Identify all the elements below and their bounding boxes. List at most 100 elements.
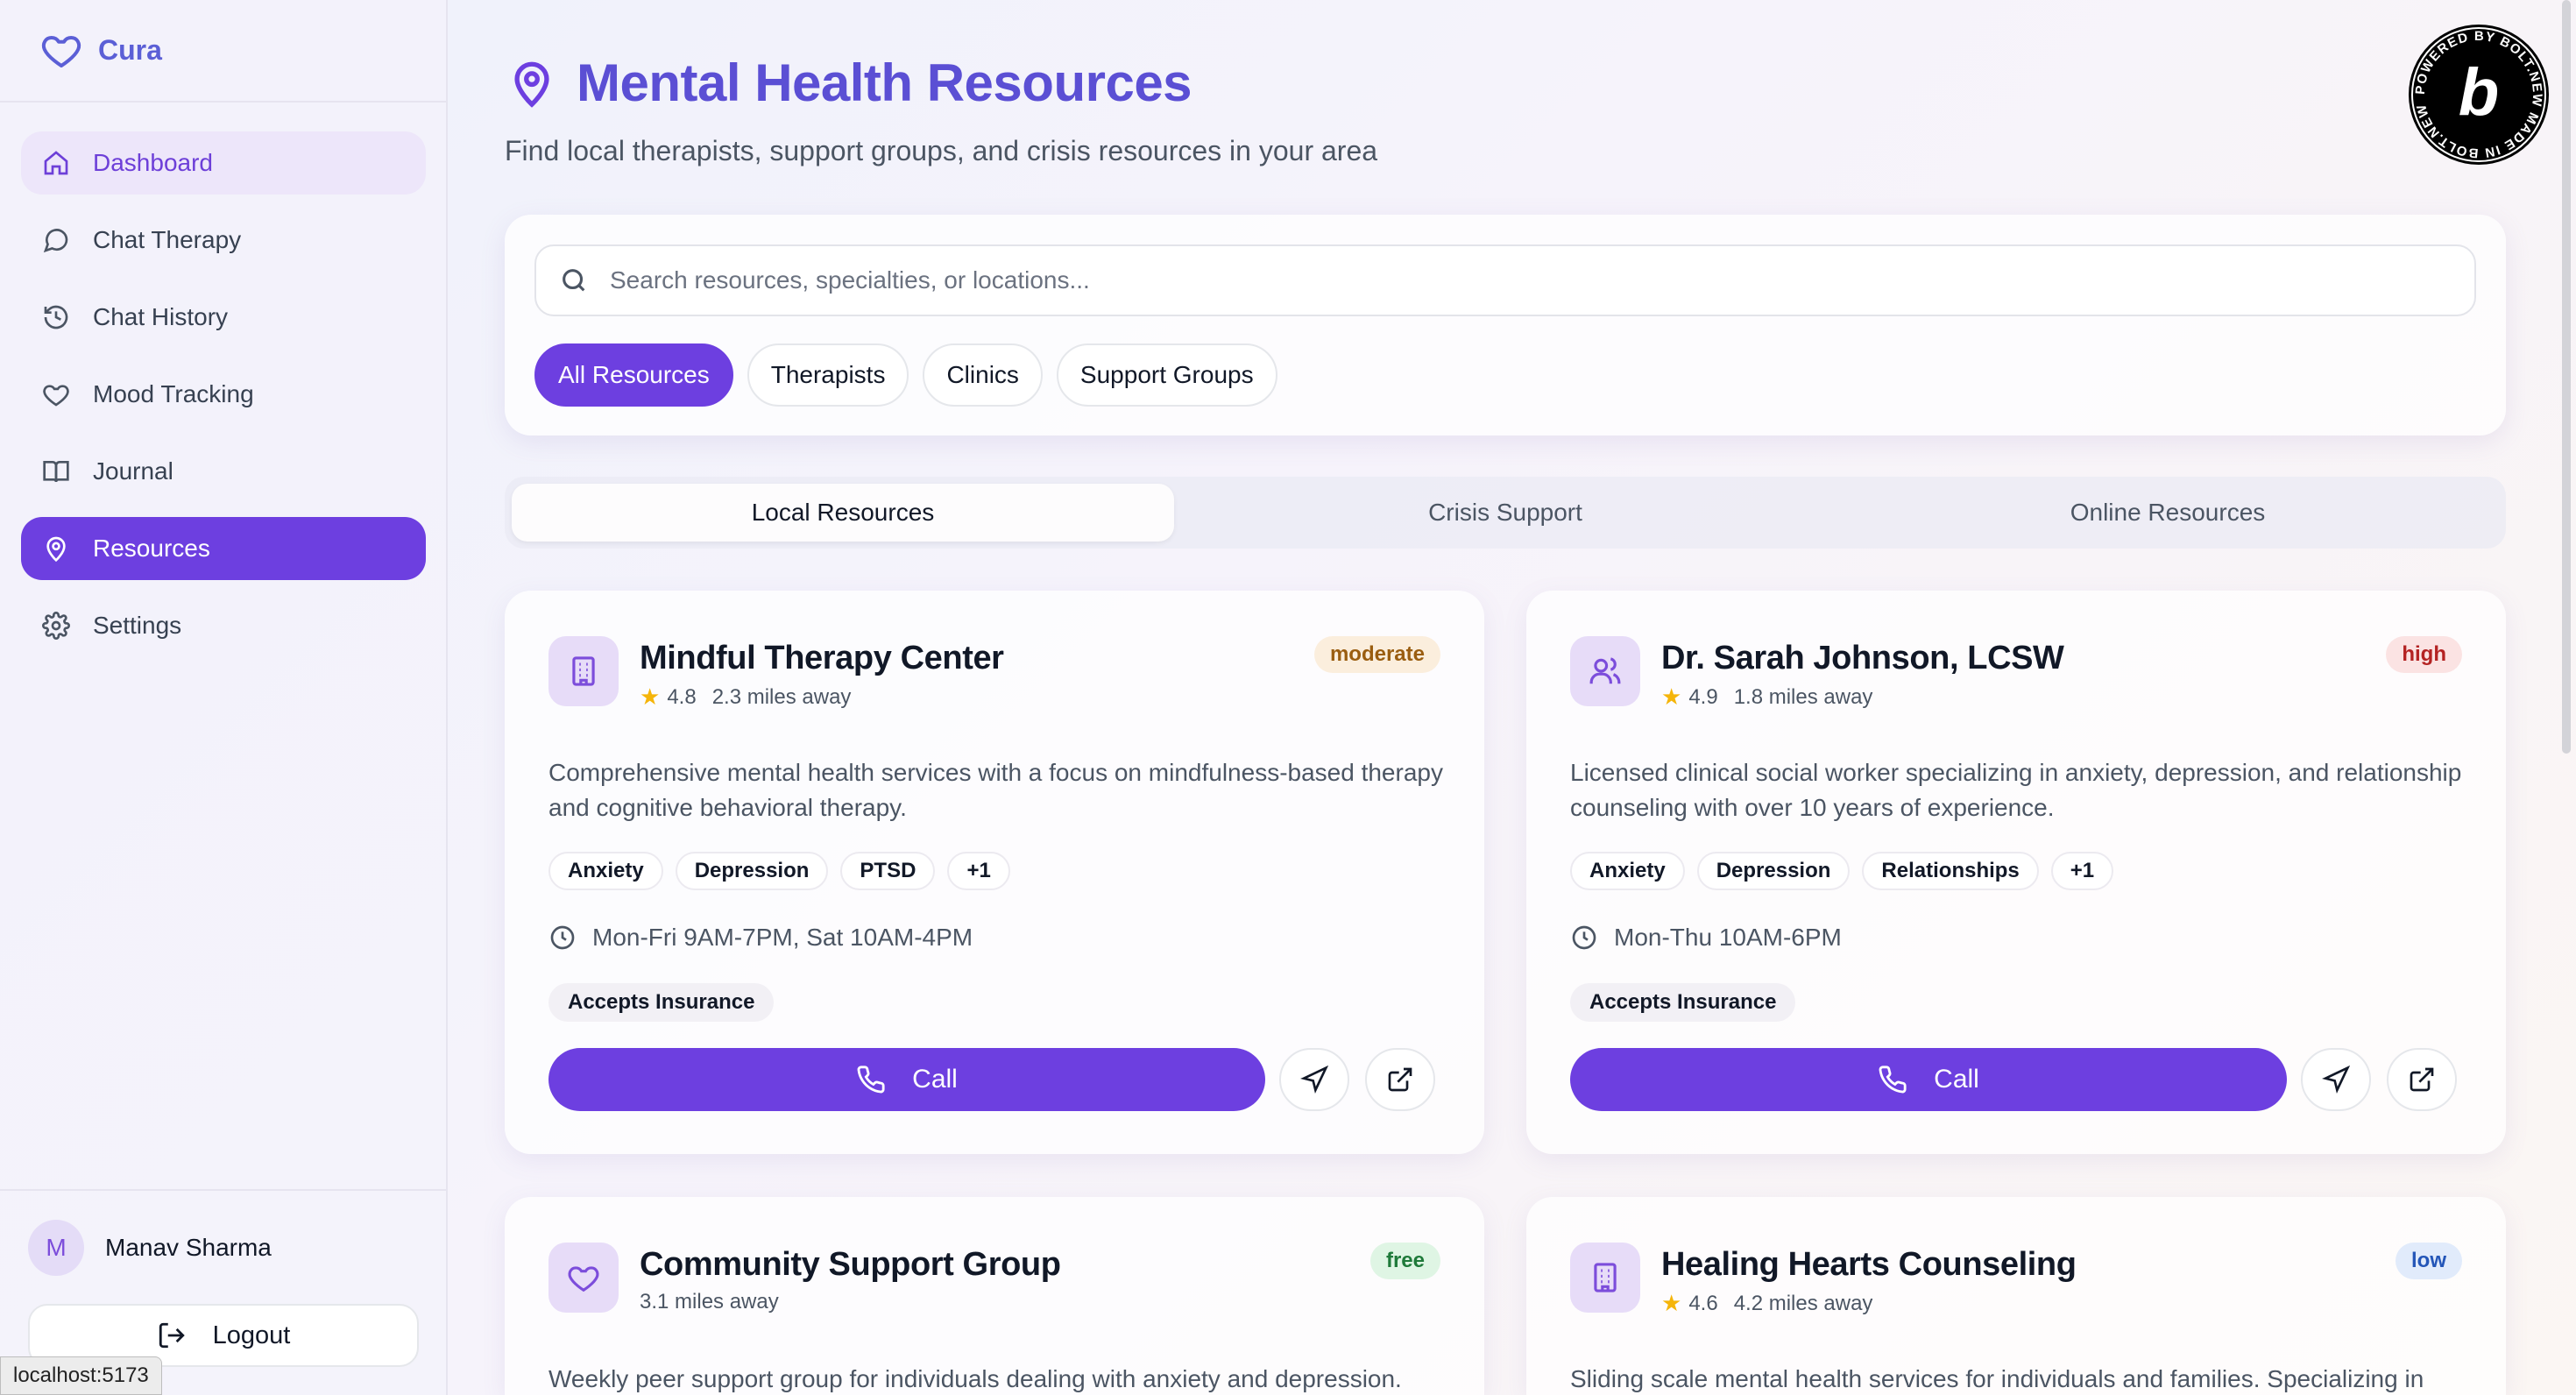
page-title: Mental Health Resources [506, 53, 1192, 113]
sidebar-item-label: Chat Therapy [93, 226, 242, 253]
sidebar-item-label: Journal [93, 457, 173, 485]
resource-distance: 2.3 miles away [711, 684, 852, 709]
hours-text: Mon-Thu 10AM-6PM [1614, 924, 1842, 951]
phone-icon [857, 1066, 885, 1094]
external-link-icon [2410, 1067, 2434, 1092]
scrollbar-thumb[interactable] [2562, 0, 2571, 754]
resource-distance: 4.2 miles away [1733, 1291, 1873, 1315]
tab-crisis-support[interactable]: Crisis Support [1174, 484, 1836, 542]
resource-rating: 4.9 [1688, 684, 1718, 709]
filter-therapists[interactable]: Therapists [747, 343, 909, 407]
star-icon: ★ [1661, 1290, 1682, 1316]
sidebar-item-label: Mood Tracking [93, 380, 254, 407]
resource-distance: 1.8 miles away [1733, 684, 1873, 709]
clock-icon [550, 925, 575, 950]
resource-meta: ★ 4.8 2.3 miles away [640, 683, 851, 711]
resource-card: Dr. Sarah Johnson, LCSW ★ 4.9 1.8 miles … [1526, 591, 2506, 1154]
sidebar-divider [0, 1189, 446, 1191]
directions-button[interactable] [2301, 1048, 2371, 1111]
specialty-tag: Depression [1696, 852, 1851, 890]
resource-hours: Mon-Fri 9AM-7PM, Sat 10AM-4PM [548, 924, 973, 952]
more-tags-badge[interactable]: +1 [947, 852, 1010, 890]
star-icon: ★ [640, 683, 661, 710]
building-icon [572, 656, 595, 686]
resource-name: Healing Hearts Counseling [1661, 1246, 2077, 1283]
resource-description: Sliding scale mental health services for… [1570, 1365, 2424, 1392]
brand[interactable]: Cura [40, 28, 162, 72]
sidebar-item-journal[interactable]: Journal [21, 440, 426, 503]
search-box[interactable] [534, 244, 2476, 316]
resource-type-badge [548, 1243, 619, 1313]
cost-badge: free [1369, 1243, 1440, 1279]
tab-local-resources[interactable]: Local Resources [512, 484, 1174, 542]
resource-card: Community Support Group 3.1 miles away f… [505, 1197, 1484, 1395]
resource-description: Licensed clinical social worker speciali… [1570, 759, 2462, 821]
sidebar-item-label: Settings [93, 612, 182, 639]
sidebar-item-chat-history[interactable]: Chat History [21, 286, 426, 349]
history-icon [44, 305, 68, 329]
external-link-button[interactable] [2387, 1048, 2457, 1111]
user-profile: M Manav Sharma [28, 1220, 272, 1276]
building-icon [1594, 1263, 1617, 1292]
specialty-tag: Anxiety [548, 852, 663, 890]
badge-letter: b [2459, 55, 2499, 130]
page-scrollbar[interactable] [2560, 0, 2572, 762]
filter-support-groups[interactable]: Support Groups [1056, 343, 1277, 407]
call-button[interactable]: Call [1570, 1048, 2287, 1111]
resource-distance: 3.1 miles away [640, 1290, 779, 1314]
resource-name: Dr. Sarah Johnson, LCSW [1661, 640, 2064, 676]
search-input[interactable] [610, 266, 2362, 294]
resource-rating: 4.6 [1688, 1291, 1718, 1315]
more-tags-badge[interactable]: +1 [2050, 852, 2114, 890]
bolt-badge-icon[interactable]: POWERED BY BOLT.NEW MADE IN BOLT.NEW b [2406, 22, 2551, 167]
map-pin-icon [46, 536, 66, 563]
specialty-tag: Depression [675, 852, 829, 890]
sidebar-item-resources[interactable]: Resources [21, 517, 426, 580]
cost-badge: high [2386, 636, 2462, 673]
resource-card: Healing Hearts Counseling ★ 4.6 4.2 mile… [1526, 1197, 2506, 1395]
sidebar-item-chat-therapy[interactable]: Chat Therapy [21, 209, 426, 272]
resource-tabs: Local Resources Crisis Support Online Re… [505, 477, 2506, 549]
call-label: Call [912, 1065, 958, 1094]
message-circle-icon [43, 229, 68, 253]
search-panel: All Resources Therapists Clinics Support… [505, 215, 2506, 435]
call-button[interactable]: Call [548, 1048, 1265, 1111]
star-icon: ★ [1661, 683, 1682, 710]
filter-all-resources[interactable]: All Resources [534, 343, 733, 407]
book-open-icon [43, 461, 69, 483]
resource-type-badge [1570, 636, 1640, 706]
avatar: M [28, 1220, 84, 1276]
resource-meta: 3.1 miles away [640, 1290, 779, 1314]
phone-icon [1879, 1066, 1907, 1094]
directions-button[interactable] [1279, 1048, 1349, 1111]
sidebar-divider [0, 101, 446, 103]
sidebar-item-settings[interactable]: Settings [21, 594, 426, 657]
specialty-tag: PTSD [840, 852, 936, 890]
call-label: Call [1934, 1065, 1979, 1094]
sidebar-item-mood-tracking[interactable]: Mood Tracking [21, 363, 426, 426]
sidebar: Cura Dashboard Chat Therapy Chat History… [0, 0, 448, 1395]
filter-clinics[interactable]: Clinics [923, 343, 1043, 407]
resource-type-badge [1570, 1243, 1640, 1313]
sidebar-nav: Dashboard Chat Therapy Chat History Mood… [21, 131, 426, 671]
page-subtitle: Find local therapists, support groups, a… [505, 135, 1378, 166]
logout-label: Logout [212, 1321, 291, 1349]
heart-icon [568, 1266, 599, 1292]
cost-badge: moderate [1313, 636, 1440, 673]
resource-description: Comprehensive mental health services wit… [548, 759, 1443, 821]
external-link-button[interactable] [1365, 1048, 1435, 1111]
resource-card: Mindful Therapy Center ★ 4.8 2.3 miles a… [505, 591, 1484, 1154]
status-url-tooltip: localhost:5173 [0, 1356, 162, 1395]
home-icon [44, 151, 68, 175]
gear-icon [42, 612, 70, 640]
specialty-tag: Anxiety [1570, 852, 1685, 890]
navigation-icon [2322, 1066, 2350, 1094]
sidebar-item-dashboard[interactable]: Dashboard [21, 131, 426, 195]
resource-rating: 4.8 [667, 684, 697, 709]
specialty-tag: Relationships [1862, 852, 2039, 890]
resource-description: Weekly peer support group for individual… [548, 1365, 1402, 1392]
tab-online-resources[interactable]: Online Resources [1836, 484, 2499, 542]
insurance-badge: Accepts Insurance [548, 983, 775, 1022]
sidebar-item-label: Resources [93, 535, 210, 562]
specialty-tags: Anxiety Depression Relationships +1 [1570, 852, 2114, 890]
